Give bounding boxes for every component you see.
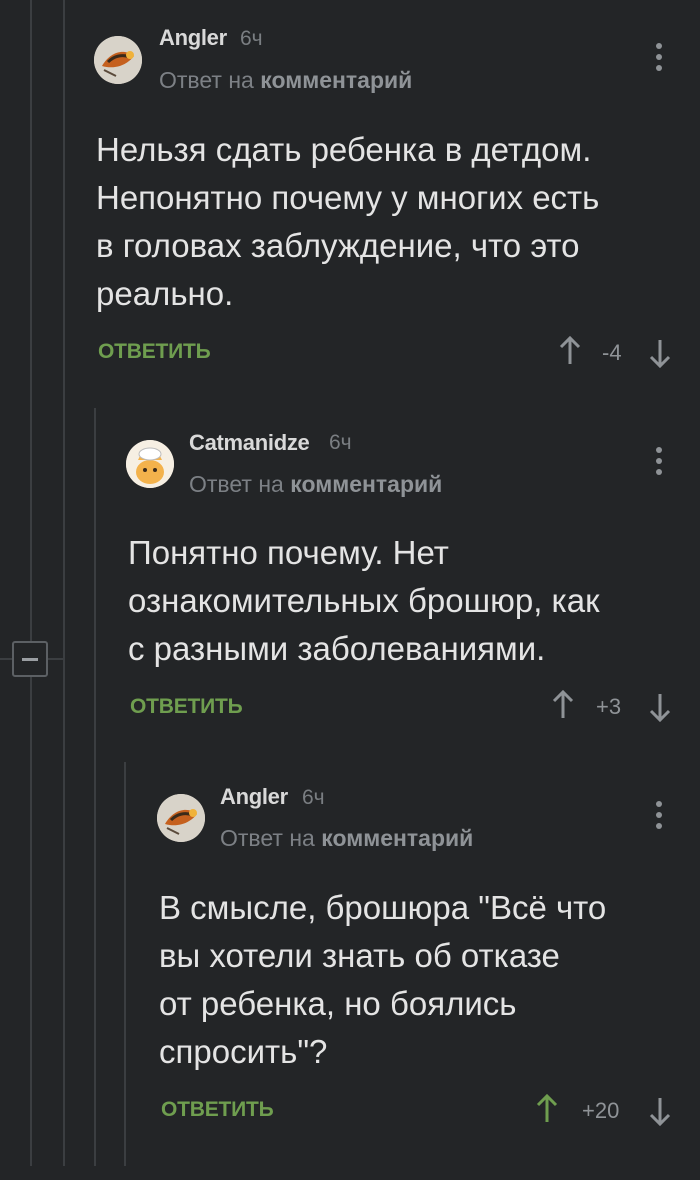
rating-count: +20 (582, 1098, 620, 1123)
comment-line: с разными заболеваниями. (128, 630, 546, 667)
comment-line: от ребенка, но боялись (159, 985, 517, 1022)
thread-line-1 (30, 0, 32, 1166)
avatar[interactable] (157, 794, 205, 842)
comment-line: в головах заблуждение, что это (96, 227, 580, 264)
comment-line: Понятно почему. Нет (128, 534, 449, 571)
comment-text: Понятно почему. Нет ознакомительных брош… (128, 529, 600, 673)
rating-count: -4 (602, 340, 622, 365)
comment-text: Нельзя сдать ребенка в детдом. Непонятно… (96, 126, 599, 318)
reply-to-prefix: Ответ на (159, 67, 254, 93)
reply-to-link[interactable]: комментарий (290, 471, 442, 497)
comment-line: Нельзя сдать ребенка в детдом. (96, 131, 592, 168)
cat-chef-avatar-icon (126, 440, 174, 488)
comment-text: В смысле, брошюра "Всё что вы хотели зна… (159, 884, 606, 1076)
reply-to-line[interactable]: Ответ на комментарий (220, 825, 473, 852)
reply-to-link[interactable]: комментарий (260, 67, 412, 93)
collapse-thread-button[interactable] (12, 641, 48, 677)
downvote-arrow-icon[interactable] (648, 338, 672, 368)
comment-time: 6ч (302, 786, 325, 809)
upvote-arrow-icon[interactable] (535, 1094, 559, 1124)
comment-author[interactable]: Catmanidze (189, 430, 310, 456)
fishing-lure-avatar-icon (157, 794, 205, 842)
reply-to-prefix: Ответ на (220, 825, 315, 851)
reply-to-prefix: Ответ на (189, 471, 284, 497)
fishing-lure-avatar-icon (94, 36, 142, 84)
comment-time: 6ч (329, 431, 352, 454)
upvote-arrow-icon[interactable] (551, 690, 575, 720)
more-menu-icon[interactable] (654, 41, 664, 75)
more-menu-icon[interactable] (654, 799, 664, 833)
avatar[interactable] (94, 36, 142, 84)
rating-count: +3 (596, 694, 622, 719)
thread-line-4 (124, 762, 126, 1166)
comment-line: ознакомительных брошюр, как (128, 582, 600, 619)
reply-button[interactable]: ОТВЕТИТЬ (161, 1098, 274, 1122)
comment-line: вы хотели знать об отказе (159, 937, 560, 974)
comment-author[interactable]: Angler (159, 25, 227, 51)
thread-line-3 (94, 408, 96, 1166)
upvote-arrow-icon[interactable] (558, 336, 582, 366)
thread-line-2 (63, 0, 65, 1166)
comment-line: спросить"? (159, 1033, 328, 1070)
reply-button[interactable]: ОТВЕТИТЬ (130, 695, 243, 719)
downvote-arrow-icon[interactable] (648, 692, 672, 722)
downvote-arrow-icon[interactable] (648, 1096, 672, 1126)
comment-line: Непонятно почему у многих есть (96, 179, 600, 216)
reply-to-link[interactable]: комментарий (321, 825, 473, 851)
reply-to-line[interactable]: Ответ на комментарий (189, 471, 442, 498)
reply-to-line[interactable]: Ответ на комментарий (159, 67, 412, 94)
comment-author[interactable]: Angler (220, 784, 288, 810)
more-menu-icon[interactable] (654, 445, 664, 479)
comment-time: 6ч (240, 27, 263, 50)
reply-button[interactable]: ОТВЕТИТЬ (98, 340, 211, 364)
comment-line: В смысле, брошюра "Всё что (159, 889, 607, 926)
comment-line: реально. (96, 275, 234, 312)
avatar[interactable] (126, 440, 174, 488)
